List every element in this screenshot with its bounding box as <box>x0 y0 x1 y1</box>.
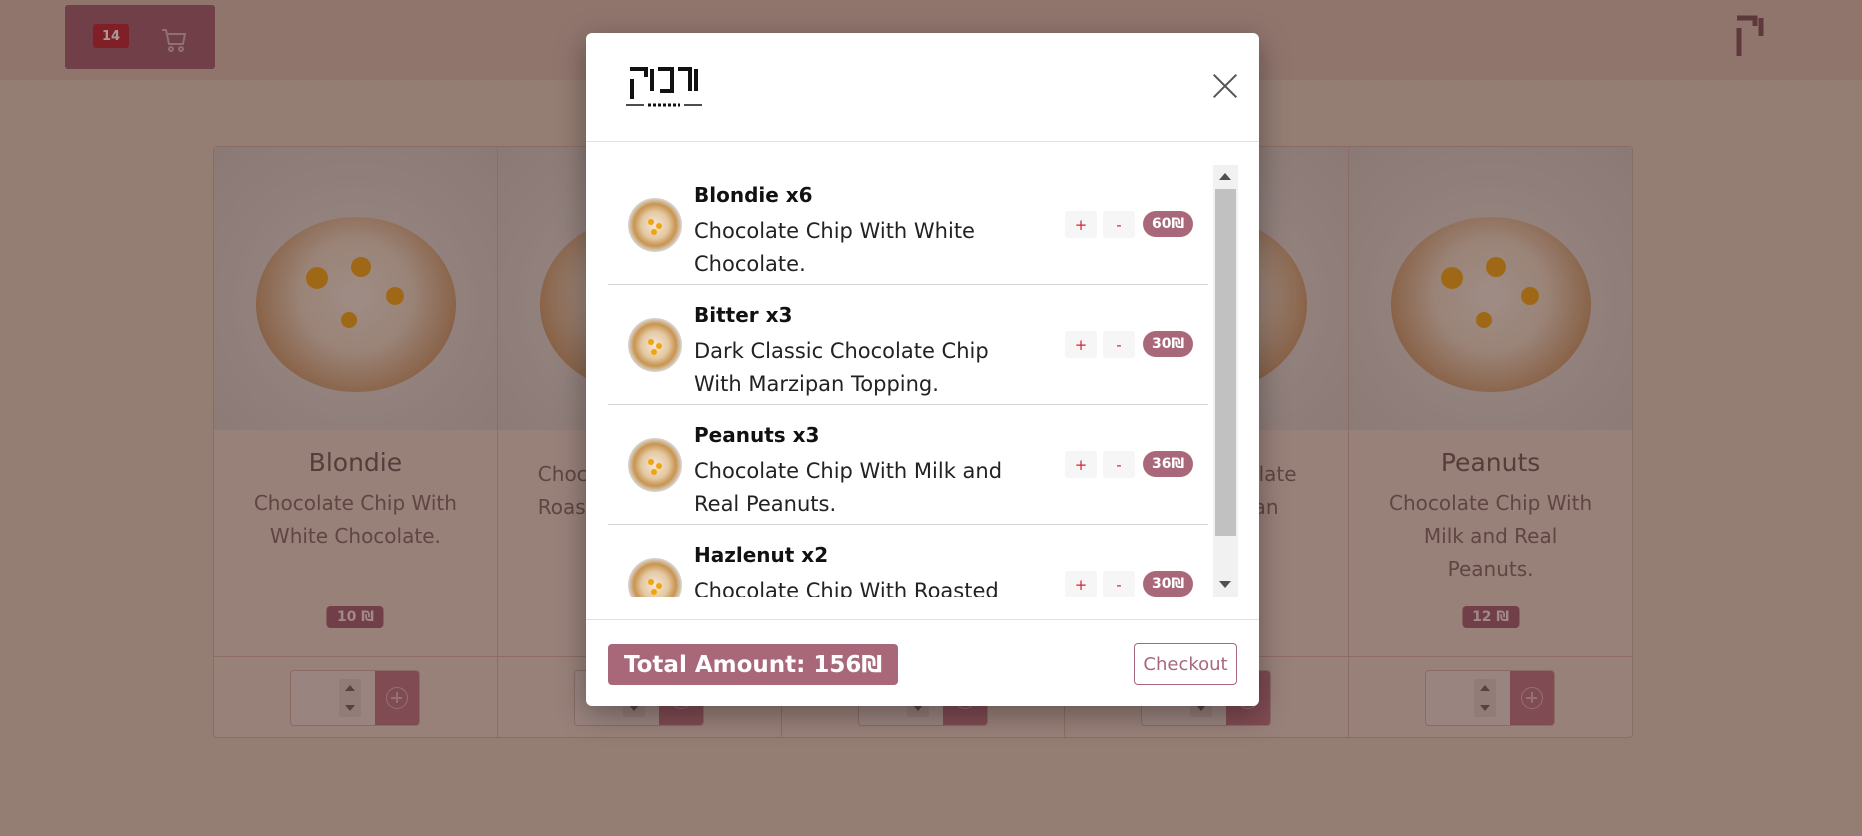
cart-item: Peanuts x3 Chocolate Chip With Milk and … <box>608 405 1208 525</box>
item-thumbnail <box>628 558 682 597</box>
scroll-down-icon[interactable] <box>1219 581 1231 588</box>
item-thumbnail <box>628 198 682 252</box>
item-title: Bitter x3 <box>694 303 793 327</box>
cart-item: Hazlenut x2 Chocolate Chip With Roasted … <box>608 525 1208 597</box>
scroll-up-icon[interactable] <box>1219 173 1231 180</box>
modal-footer: Total Amount: 156₪ Checkout <box>586 619 1259 706</box>
item-description: Chocolate Chip With White Chocolate. <box>694 219 975 276</box>
cart-item: Bitter x3 Dark Classic Chocolate Chip Wi… <box>608 285 1208 405</box>
modal-header <box>586 33 1259 142</box>
item-price-badge: 60₪ <box>1143 211 1194 237</box>
item-title: Blondie x6 <box>694 183 813 207</box>
logo <box>626 67 702 107</box>
item-price-badge: 30₪ <box>1143 331 1194 357</box>
increase-quantity-button[interactable]: + <box>1065 451 1097 478</box>
increase-quantity-button[interactable]: + <box>1065 331 1097 358</box>
increase-quantity-button[interactable]: + <box>1065 211 1097 238</box>
item-thumbnail <box>628 438 682 492</box>
cart-item-list[interactable]: Blondie x6 Chocolate Chip With White Cho… <box>608 165 1224 597</box>
decrease-quantity-button[interactable]: - <box>1103 571 1135 597</box>
item-price-badge: 30₪ <box>1143 571 1194 597</box>
total-amount-badge: Total Amount: 156₪ <box>608 644 899 685</box>
item-title: Peanuts x3 <box>694 423 820 447</box>
item-description: Chocolate Chip With Roasted <box>694 579 999 597</box>
item-description: Chocolate Chip With Milk and Real Peanut… <box>694 459 1003 516</box>
increase-quantity-button[interactable]: + <box>1065 571 1097 597</box>
scrollbar-thumb[interactable] <box>1215 189 1236 536</box>
scrollbar[interactable] <box>1213 165 1238 597</box>
item-title: Hazlenut x2 <box>694 543 829 567</box>
item-description: Dark Classic Chocolate Chip With Marzipa… <box>694 339 989 396</box>
decrease-quantity-button[interactable]: - <box>1103 451 1135 478</box>
checkout-button[interactable]: Checkout <box>1134 643 1237 685</box>
decrease-quantity-button[interactable]: - <box>1103 211 1135 238</box>
close-icon[interactable] <box>1210 71 1240 101</box>
item-thumbnail <box>628 318 682 372</box>
decrease-quantity-button[interactable]: - <box>1103 331 1135 358</box>
cart-modal: Blondie x6 Chocolate Chip With White Cho… <box>586 33 1259 706</box>
cart-item: Blondie x6 Chocolate Chip With White Cho… <box>608 165 1208 285</box>
item-price-badge: 36₪ <box>1143 451 1194 477</box>
